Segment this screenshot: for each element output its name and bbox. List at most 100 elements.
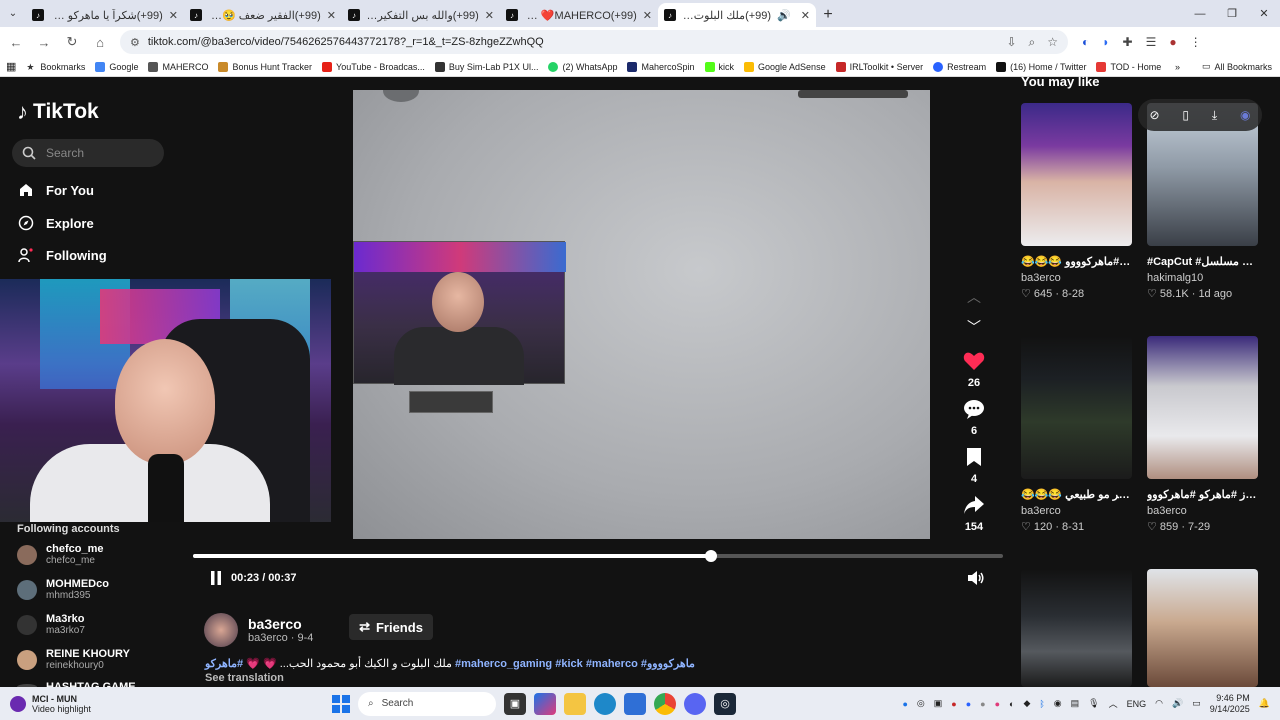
video-frame[interactable] xyxy=(353,90,930,539)
taskbar-clock[interactable]: 9:46 PM 9/14/2025 xyxy=(1210,693,1250,715)
recommended-video-card[interactable] xyxy=(1147,569,1258,687)
close-window-icon[interactable]: ✕ xyxy=(1248,0,1280,27)
taskbar-widget[interactable]: MCI - MUN Video highlight xyxy=(10,694,91,714)
hashtag-link[interactable]: #kick xyxy=(555,658,583,670)
author-avatar[interactable] xyxy=(204,613,238,647)
hashtag-link[interactable]: #maherco_gaming xyxy=(455,658,552,670)
extensions-puzzle-icon[interactable]: ✚ xyxy=(1123,35,1133,49)
bookmark-item[interactable]: ★ Bookmarks xyxy=(26,62,85,72)
tab-search-icon[interactable]: ⌄ xyxy=(0,0,26,27)
nav-following[interactable]: Following xyxy=(18,247,107,263)
close-tab-icon[interactable]: ✕ xyxy=(485,9,494,22)
volume-icon[interactable] xyxy=(967,570,985,586)
video-user[interactable]: ba3erco xyxy=(1021,505,1132,517)
edge-icon[interactable] xyxy=(594,692,616,715)
author-name[interactable]: ba3erco xyxy=(248,616,313,632)
notifications-icon[interactable]: 🔔 xyxy=(1259,698,1270,709)
hashtag-link[interactable]: #ماهركو xyxy=(205,658,243,670)
minimize-icon[interactable]: — xyxy=(1184,0,1216,27)
tray-app-icon[interactable]: ● xyxy=(902,699,907,709)
see-translation-link[interactable]: See translation xyxy=(205,672,284,684)
comment-icon[interactable] xyxy=(963,399,985,419)
hashtag-link[interactable]: #ماهركوووو xyxy=(641,658,695,670)
compass-icon[interactable]: ⊘ xyxy=(1149,108,1159,122)
bluetooth-icon[interactable]: ᛒ xyxy=(1039,699,1044,709)
tray-app-icon[interactable]: ● xyxy=(966,699,971,709)
following-account-item[interactable]: MOHMEDco mhmd395 xyxy=(17,578,109,601)
mobile-icon[interactable]: ▯ xyxy=(1182,108,1189,122)
recommended-video-card[interactable]: 😂😂😂 صلاح و ماهر #ماهركو #ماهركوووو... ba… xyxy=(1021,103,1132,300)
reading-list-icon[interactable]: ☰ xyxy=(1146,35,1157,49)
zoom-icon[interactable]: ⌕ xyxy=(1029,35,1036,50)
tiktok-logo[interactable]: ♪ TikTok xyxy=(17,99,99,125)
video-thumbnail[interactable] xyxy=(1147,569,1258,687)
browser-menu-icon[interactable]: ⋮ xyxy=(1190,35,1202,49)
close-tab-icon[interactable]: ✕ xyxy=(169,9,178,22)
copilot-icon[interactable] xyxy=(534,692,556,715)
extension-icon[interactable]: ◗ xyxy=(1102,35,1109,49)
store-icon[interactable] xyxy=(624,692,646,715)
download-icon[interactable]: ⤓ xyxy=(1212,108,1217,123)
share-arrow-icon[interactable] xyxy=(963,495,985,515)
search-input[interactable]: Search xyxy=(12,139,164,167)
bookmark-item[interactable]: (16) Home / Twitter xyxy=(996,61,1086,72)
tray-app-icon[interactable]: ● xyxy=(980,699,985,709)
extension-icon[interactable]: ◐ xyxy=(1082,35,1089,49)
bookmark-item[interactable]: Bonus Hunt Tracker xyxy=(218,61,312,72)
video-thumbnail[interactable] xyxy=(1021,569,1132,687)
video-user[interactable]: ba3erco xyxy=(1147,505,1258,517)
maximize-icon[interactable]: ❐ xyxy=(1216,0,1248,27)
site-info-icon[interactable]: ⚙ xyxy=(130,36,140,49)
browser-tab-2[interactable]: ♪ (99+)الفقير ضعف 🥹 #ماهركو ✕ xyxy=(184,3,342,27)
windows-start-icon[interactable] xyxy=(332,694,350,713)
tray-app-icon[interactable]: ▣ xyxy=(934,698,943,709)
video-author[interactable]: ba3erco ba3erco · 9-4 xyxy=(204,613,313,647)
wifi-icon[interactable]: ◠ xyxy=(1155,698,1163,709)
nav-for-you[interactable]: For You xyxy=(18,182,94,198)
reload-icon[interactable]: ↻ xyxy=(60,34,84,50)
browser-tab-3[interactable]: ♪ (99+)والله بس التفكير بالموضوع ✕ xyxy=(342,3,500,27)
home-icon[interactable]: ⌂ xyxy=(88,35,112,50)
bookmark-item[interactable]: Google AdSense xyxy=(744,61,826,72)
tray-app-icon[interactable]: ● xyxy=(951,699,956,709)
back-icon[interactable]: ← xyxy=(4,35,28,50)
bookmark-item[interactable]: MAHERCO xyxy=(148,61,208,72)
chevron-up-icon[interactable]: ︿ xyxy=(1109,697,1118,710)
chrome-icon[interactable] xyxy=(654,692,676,715)
bookmark-item[interactable]: kick xyxy=(704,61,734,72)
bookmark-item[interactable]: Restream xyxy=(933,61,986,72)
profile-avatar[interactable]: ◉ xyxy=(1240,108,1250,122)
nav-explore[interactable]: Explore xyxy=(18,215,94,231)
tray-app-icon[interactable]: ◆ xyxy=(1023,698,1030,709)
steam-icon[interactable]: ◎ xyxy=(714,692,736,715)
tray-app-icon[interactable]: ◐ xyxy=(1009,699,1014,709)
all-bookmarks-button[interactable]: » ▭ All Bookmarks xyxy=(1175,61,1272,72)
hashtag-link[interactable]: #maherco xyxy=(586,658,638,670)
recommended-video-card[interactable] xyxy=(1021,569,1132,687)
volume-icon[interactable]: 🔊 xyxy=(1172,698,1183,709)
profile-avatar[interactable]: ● xyxy=(1169,35,1176,49)
microphone-icon[interactable]: 🎙 xyxy=(1088,698,1099,709)
speaker-icon[interactable]: 🔊 xyxy=(777,9,791,22)
video-thumbnail[interactable] xyxy=(1021,103,1132,246)
forward-icon[interactable]: → xyxy=(32,35,56,50)
browser-tab-4[interactable]: ♪ (99+)MAHERCO❤️ #تريند #ماهركو ✕ xyxy=(500,3,658,27)
bookmark-item[interactable]: YouTube - Broadcas... xyxy=(322,61,425,72)
recommended-video-card[interactable]: #CapCut #مسلسل #fyp #tik_to... الكواسر h… xyxy=(1147,103,1258,300)
tray-app-icon[interactable]: ◎ xyxy=(917,698,925,709)
following-account-item[interactable]: REINE KHOURY reinekhoury0 xyxy=(17,648,130,671)
bookmark-item[interactable]: IRLToolkit • Server xyxy=(835,61,923,72)
bookmark-star-icon[interactable]: ☆ xyxy=(1047,35,1058,50)
like-heart-icon[interactable] xyxy=(963,351,985,371)
video-user[interactable]: ba3erco xyxy=(1021,272,1132,284)
tray-app-icon[interactable]: ▤ xyxy=(1071,698,1080,709)
task-view-icon[interactable]: ▣ xyxy=(504,692,526,715)
tray-app-icon[interactable]: ● xyxy=(995,699,1000,709)
video-thumbnail[interactable] xyxy=(1147,336,1258,479)
close-tab-icon[interactable]: ✕ xyxy=(801,9,810,22)
recommended-video-card[interactable]: 😂😂😂 ماهر مو طبيعي #maherco #ماهركو... ba… xyxy=(1021,336,1132,533)
discord-icon[interactable] xyxy=(684,692,706,715)
video-user[interactable]: hakimalg10 xyxy=(1147,272,1258,284)
bookmark-item[interactable]: MahercoSpin xyxy=(627,61,695,72)
following-account-item[interactable]: chefco_me chefco_me xyxy=(17,543,103,566)
